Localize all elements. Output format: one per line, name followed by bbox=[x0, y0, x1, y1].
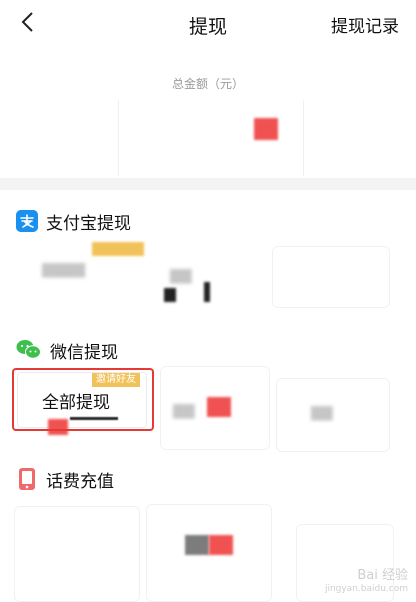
total-amount-label: 总金额（元） bbox=[171, 77, 244, 91]
redacted-block bbox=[207, 397, 231, 417]
alipay-icon bbox=[16, 210, 38, 232]
recharge-option-1[interactable] bbox=[14, 506, 140, 602]
strip-divider bbox=[303, 100, 304, 176]
wechat-option-3-label-blurred: ▇▇ bbox=[311, 405, 333, 421]
wechat-option-2[interactable]: ▇▇ bbox=[160, 366, 270, 450]
highlight-annotation bbox=[12, 368, 154, 431]
wechat-section-title: 微信提现 bbox=[50, 342, 118, 363]
wechat-icon bbox=[16, 339, 42, 361]
redacted-block bbox=[185, 535, 209, 555]
watermark: Bai 经验 jingyan.baidu.com bbox=[325, 564, 408, 594]
recharge-section-title: 话费充值 bbox=[46, 471, 114, 492]
wechat-option-2-label-blurred: ▇▇ bbox=[173, 403, 195, 419]
redacted-block bbox=[164, 288, 176, 302]
alipay-option-badge bbox=[92, 242, 144, 256]
wechat-section-header: 微信提现 bbox=[16, 337, 118, 363]
alipay-section-header: 支付宝提现 bbox=[16, 208, 131, 234]
redacted-amount bbox=[254, 118, 278, 140]
section-divider bbox=[0, 178, 416, 190]
watermark-brand: Bai 经验 bbox=[357, 568, 408, 583]
alipay-option-label-blurred: ▇▇▇▇ bbox=[42, 262, 86, 278]
wechat-option-3[interactable]: ▇▇ bbox=[276, 378, 390, 452]
alipay-option-2-label-blurred: ▇▇ bbox=[170, 268, 192, 284]
nav-bar: 提现 提现记录 bbox=[0, 0, 416, 46]
amount-strip bbox=[0, 100, 416, 176]
recharge-option-2[interactable] bbox=[146, 504, 272, 602]
alipay-option-3[interactable] bbox=[272, 246, 390, 308]
redacted-block bbox=[204, 282, 210, 302]
alipay-option-2[interactable]: ▇▇ bbox=[150, 262, 270, 320]
watermark-url: jingyan.baidu.com bbox=[324, 584, 408, 594]
alipay-section-title: 支付宝提现 bbox=[46, 213, 131, 234]
withdraw-history-link[interactable]: 提现记录 bbox=[331, 12, 399, 37]
alipay-option-all[interactable]: ▇▇▇▇ bbox=[14, 242, 148, 302]
redacted-block bbox=[209, 535, 233, 555]
phone-icon bbox=[16, 467, 38, 491]
recharge-section-header: 话费充值 bbox=[16, 466, 114, 492]
strip-divider bbox=[118, 100, 119, 176]
